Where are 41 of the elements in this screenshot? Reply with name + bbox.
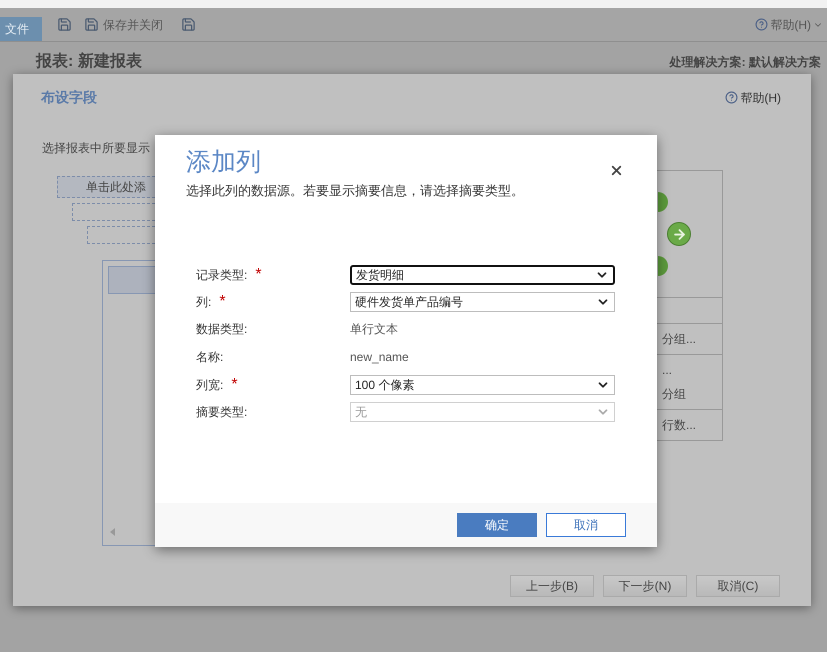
column-header[interactable] <box>108 266 155 294</box>
wizard-button[interactable]: 上一步(B) <box>510 575 594 597</box>
cancel-button[interactable]: 取消 <box>546 513 626 537</box>
field-label: 名称: <box>196 349 224 366</box>
dropdown[interactable]: 硬件发货单产品编号 <box>350 292 615 312</box>
field-label: 记录类型: <box>196 266 248 284</box>
scroll-left-icon[interactable] <box>110 528 115 536</box>
field-label: 数据类型: <box>196 321 248 338</box>
save-icon[interactable] <box>57 17 72 32</box>
required-mark: * <box>219 292 226 312</box>
wizard-button[interactable]: 下一步(N) <box>603 575 687 597</box>
help-link[interactable]: 帮助(H) <box>740 88 781 106</box>
page-title: 报表: 新建报表 <box>36 52 142 72</box>
dialog-subtitle: 选择此列的数据源。若要显示摘要信息，请选择摘要类型。 <box>186 183 524 198</box>
required-mark: * <box>231 374 238 394</box>
arrow-right-icon[interactable] <box>667 222 691 246</box>
file-tab[interactable]: 文件 <box>0 17 42 41</box>
close-icon[interactable] <box>609 163 624 178</box>
field-label: 摘要类型: <box>196 404 248 420</box>
save-new-icon[interactable] <box>181 17 196 32</box>
required-mark: * <box>255 264 262 284</box>
save-close-icon[interactable] <box>84 17 99 32</box>
save-close-button[interactable]: 保存并关闭 <box>103 16 163 34</box>
field-value: 单行文本 <box>350 321 399 338</box>
dialog-title: 添加列 <box>186 147 261 177</box>
help-icon[interactable] <box>725 91 738 104</box>
ok-button[interactable]: 确定 <box>457 513 537 537</box>
help-link[interactable]: 帮助(H) <box>770 16 811 34</box>
instruction-text: 选择报表中所要显示 <box>42 141 150 155</box>
dropdown[interactable]: 100 个像素 <box>350 374 615 394</box>
add-column-slot[interactable]: 单击此处添 <box>57 176 155 198</box>
field-label: 列: <box>196 294 212 310</box>
wizard-title: 布设字段 <box>41 88 97 107</box>
field-label: 列宽: <box>196 376 224 394</box>
side-option[interactable]: ... <box>662 361 722 379</box>
help-icon[interactable] <box>755 18 768 31</box>
side-option[interactable]: 分组 <box>662 385 722 403</box>
dropdown[interactable]: 发货明细 <box>350 264 615 284</box>
field-value: new_name <box>350 349 410 366</box>
solution-label: 处理解决方案: 默认解决方案 <box>670 54 821 71</box>
wizard-button[interactable]: 取消(C) <box>696 575 780 597</box>
